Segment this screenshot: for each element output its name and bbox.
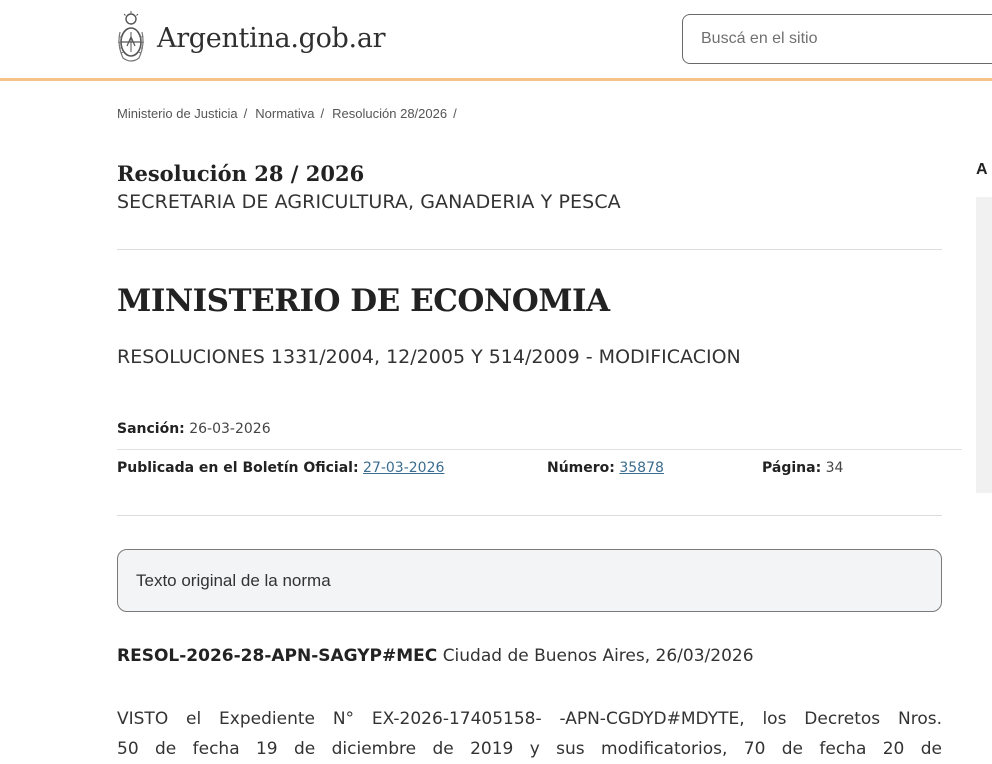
breadcrumb-separator: /: [320, 106, 325, 121]
publicada-label: Publicada en el Boletín Oficial:: [117, 460, 359, 476]
breadcrumb-separator: /: [453, 106, 457, 121]
sancion-label: Sanción:: [117, 421, 185, 437]
breadcrumb-normativa[interactable]: Normativa: [255, 106, 314, 121]
national-emblem-icon: [117, 11, 145, 62]
divider: [117, 515, 942, 516]
page-title: Resolución 28 / 2026: [117, 161, 365, 186]
boletin-page: Página: 34: [762, 460, 843, 476]
issuing-organism: SECRETARIA DE AGRICULTURA, GANADERIA Y P…: [117, 191, 621, 213]
pagina-label: Página:: [762, 460, 822, 476]
sancion-date: Sanción: 26-03-2026: [117, 421, 271, 437]
resolution-header-line: RESOL-2026-28-APN-SAGYP#MEC Ciudad de Bu…: [117, 646, 754, 666]
ministry-heading: MINISTERIO DE ECONOMIA: [117, 283, 610, 319]
divider: [117, 249, 942, 250]
original-text-button[interactable]: Texto original de la norma: [117, 549, 942, 612]
visto-line: 50 de fecha 19 de diciembre de 2019 y su…: [117, 739, 942, 759]
visto-line: VISTO el Expediente N° EX-2026-17405158-…: [117, 709, 942, 729]
breadcrumb-separator: /: [243, 106, 248, 121]
boletin-date-link[interactable]: 27-03-2026: [363, 460, 444, 476]
site-logo[interactable]: Argentina.gob.ar: [115, 10, 386, 66]
boletin-number-link[interactable]: 35878: [619, 460, 664, 476]
sancion-value: 26-03-2026: [189, 421, 271, 437]
breadcrumb-ministerio[interactable]: Ministerio de Justicia: [117, 106, 238, 121]
resolution-code: RESOL-2026-28-APN-SAGYP#MEC: [117, 646, 438, 666]
visto-paragraph: VISTO el Expediente N° EX-2026-17405158-…: [117, 704, 942, 764]
publicada-date: Publicada en el Boletín Oficial: 27-03-2…: [117, 460, 444, 476]
search-input[interactable]: [682, 14, 992, 64]
norma-subject: RESOLUCIONES 1331/2004, 12/2005 Y 514/20…: [117, 346, 741, 368]
place-date: Ciudad de Buenos Aires, 26/03/2026: [442, 646, 754, 666]
numero-label: Número:: [547, 460, 615, 476]
pagina-value: 34: [825, 460, 844, 476]
boletin-number: Número: 35878: [547, 460, 664, 476]
site-header: Argentina.gob.ar: [0, 0, 992, 81]
sidebar-heading: A: [976, 161, 988, 178]
divider: [117, 449, 962, 450]
sidebar-panel: [976, 197, 992, 493]
breadcrumb-resolucion[interactable]: Resolución 28/2026: [332, 106, 447, 121]
site-name: Argentina.gob.ar: [157, 22, 386, 54]
breadcrumb: Ministerio de Justicia / Normativa / Res…: [117, 106, 459, 121]
